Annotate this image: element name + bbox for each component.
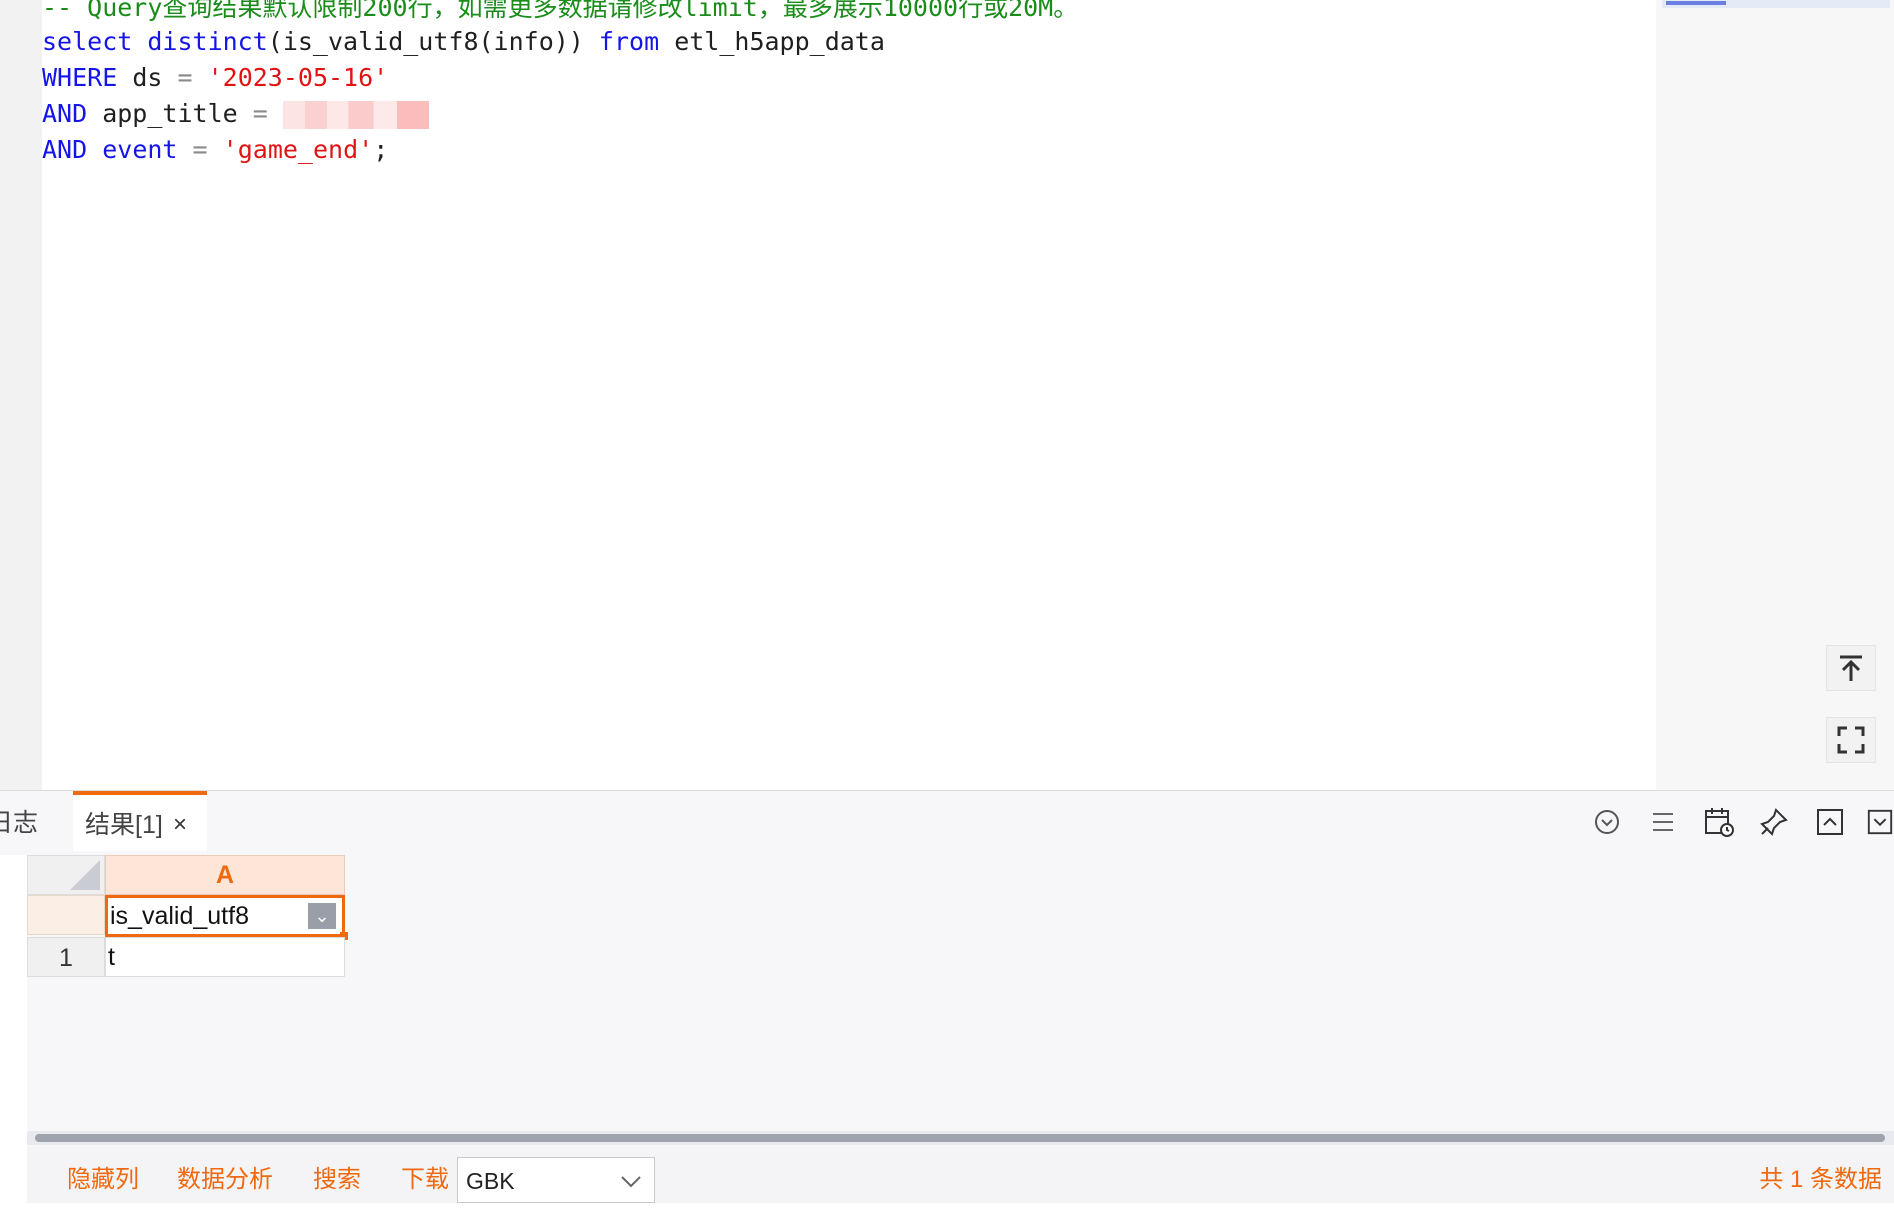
chevron-down-icon (620, 1158, 642, 1220)
hide-columns-link[interactable]: 隐藏列 (67, 1147, 139, 1203)
code-line[interactable]: select distinct(is_valid_utf8(info)) fro… (42, 24, 885, 60)
tab-log[interactable]: 日志 (0, 791, 60, 855)
expand-up-icon[interactable] (1813, 805, 1847, 839)
minimap-code-preview (1666, 1, 1726, 5)
code-line[interactable]: -- Query查询结果默认限制200行，如需更多数据请修改limit，最多展示… (42, 0, 1078, 26)
data-analysis-link[interactable]: 数据分析 (177, 1147, 273, 1203)
code-token: 'game_end' (207, 135, 374, 164)
download-link[interactable]: 下载 (401, 1147, 449, 1203)
tab-log-label: 日志 (0, 809, 39, 837)
code-token: = (252, 99, 268, 128)
header-row-number (27, 895, 105, 935)
tab-result-label: 结果[1] (85, 811, 163, 839)
arrow-to-top-icon (1840, 655, 1862, 681)
field-name-cell[interactable]: is_valid_utf8 ⌄ (105, 895, 348, 940)
total-count: 共 1 条数据 (1759, 1166, 1882, 1193)
code-token: (is_valid_utf8(info)) (267, 27, 599, 56)
code-line[interactable]: WHERE ds = '2023-05-16' (42, 60, 388, 96)
row-number[interactable]: 1 (27, 937, 105, 977)
fullscreen-icon (1837, 726, 1865, 754)
code-token: etl_h5app_data (659, 27, 885, 56)
editor-gutter (0, 0, 42, 790)
field-name-label: is_valid_utf8 (110, 902, 249, 930)
table-cell[interactable]: t (105, 937, 345, 977)
column-header-a[interactable]: A (105, 855, 345, 895)
chevron-down-icon[interactable]: ⌄ (308, 903, 336, 929)
encoding-select[interactable]: GBK (457, 1157, 655, 1203)
sql-editor[interactable]: -- Query查询结果默认限制200行，如需更多数据请修改limit，最多展示… (0, 0, 1894, 790)
collapse-circle-icon[interactable] (1590, 805, 1624, 839)
schedule-icon[interactable] (1702, 805, 1736, 839)
code-token: event (102, 135, 178, 164)
results-tabbar: 日志 结果[1] × (0, 791, 1894, 855)
code-token: ; (373, 135, 389, 164)
tab-result-1[interactable]: 结果[1] × (73, 791, 207, 851)
pin-icon[interactable] (1757, 805, 1791, 839)
encoding-value: GBK (466, 1168, 515, 1194)
code-line[interactable]: AND app_title = (42, 96, 429, 132)
code-token: = (177, 63, 193, 92)
scroll-to-top-button[interactable] (1826, 645, 1876, 691)
code-token: '2023-05-16' (192, 63, 389, 92)
code-token: app_title (87, 99, 253, 128)
results-grid[interactable]: A is_valid_utf8 ⌄ 1 t (27, 855, 1894, 1125)
search-link[interactable]: 搜索 (313, 1147, 361, 1203)
code-token: AND (42, 99, 88, 128)
code-token: WHERE (42, 63, 118, 92)
code-token: ds (117, 63, 178, 92)
redacted-value (282, 101, 429, 129)
scrollbar-thumb[interactable] (35, 1134, 1885, 1142)
code-token: distinct (147, 27, 268, 56)
code-token: -- Query查询结果默认限制200行，如需更多数据请修改limit，最多展示… (42, 0, 1079, 22)
list-icon[interactable] (1646, 805, 1680, 839)
code-token: = (192, 135, 208, 164)
horizontal-scrollbar[interactable] (27, 1131, 1894, 1145)
close-icon[interactable]: × (173, 795, 187, 855)
results-panel: 日志 结果[1] × A is_valid_utf8 ⌄ 1 t 隐藏列 数据分… (0, 790, 1894, 1203)
code-token: AND (42, 135, 88, 164)
grid-corner-select-all[interactable] (27, 855, 105, 895)
code-area[interactable]: -- Query查询结果默认限制200行，如需更多数据请修改limit，最多展示… (42, 0, 1652, 790)
results-footer: 隐藏列 数据分析 搜索 下载 GBK 共 1 条数据 (27, 1147, 1894, 1203)
code-line[interactable]: AND event = 'game_end'; (42, 132, 388, 168)
grid-left-gutter (0, 855, 27, 1203)
code-token: select (42, 27, 148, 56)
checkbox-icon[interactable] (1866, 805, 1894, 839)
fullscreen-button[interactable] (1826, 717, 1876, 763)
code-token: from (598, 27, 660, 56)
